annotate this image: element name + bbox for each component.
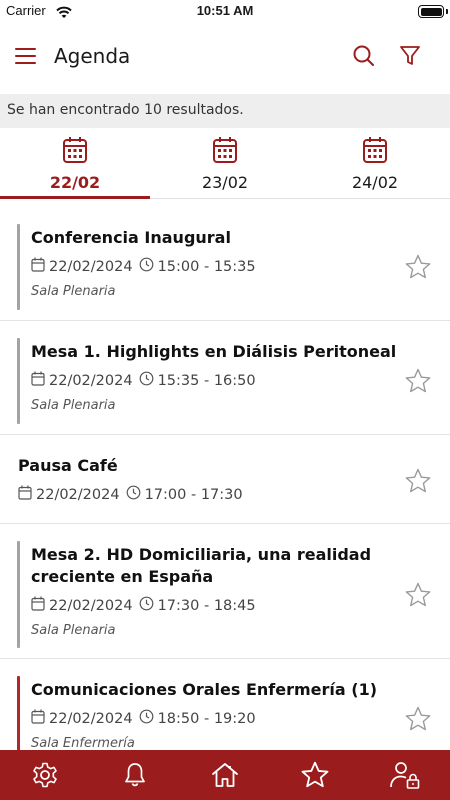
status-bar: Carrier 10:51 AM: [0, 0, 450, 24]
calendar-icon: [18, 485, 32, 504]
clock-icon: [139, 709, 154, 728]
session-separator: [17, 224, 20, 310]
event-time: 15:35 - 16:50: [157, 372, 256, 389]
calendar-icon: [31, 596, 45, 615]
event-room: Sala Plenaria: [31, 284, 116, 299]
calendar-icon: [31, 709, 45, 728]
star-icon[interactable]: [295, 755, 335, 795]
session-separator: [17, 541, 20, 648]
star-outline-icon[interactable]: [404, 581, 432, 609]
event-meta: 22/02/2024 15:00 - 15:35: [31, 257, 262, 276]
star-outline-icon[interactable]: [404, 467, 432, 495]
list-item[interactable]: Mesa 1. Highlights en Diálisis Peritonea…: [0, 321, 450, 435]
list-item[interactable]: Comunicaciones Orales Enfermería (1) 22/…: [0, 659, 450, 750]
event-time: 18:50 - 19:20: [157, 710, 256, 727]
app-bar: Agenda: [0, 24, 450, 94]
calendar-icon: [212, 136, 238, 168]
tab-23-02[interactable]: 23/02: [150, 128, 300, 198]
event-title-line1: Mesa 2. HD Domiciliaria, una realidad: [31, 545, 372, 564]
clock-icon: [139, 257, 154, 276]
event-room: Sala Plenaria: [31, 398, 116, 413]
hamburger-menu-icon[interactable]: [12, 44, 42, 70]
filter-funnel-icon[interactable]: [396, 42, 424, 70]
battery-cap: [446, 9, 448, 14]
event-meta: 22/02/2024 18:50 - 19:20: [31, 709, 262, 728]
gear-icon[interactable]: [25, 755, 65, 795]
home-icon[interactable]: [205, 755, 245, 795]
date-tabs: 22/02 23/02 24/02: [0, 128, 450, 199]
session-separator: [17, 338, 20, 424]
clock-time: 10:51 AM: [196, 3, 254, 18]
star-outline-icon[interactable]: [404, 253, 432, 281]
event-date: 22/02/2024: [49, 372, 133, 389]
results-count-banner: Se han encontrado 10 resultados.: [0, 94, 450, 128]
event-time: 17:00 - 17:30: [144, 486, 243, 503]
event-title: Conferencia Inaugural: [31, 228, 231, 247]
event-title: Mesa 1. Highlights en Diálisis Peritonea…: [31, 342, 397, 361]
bell-icon[interactable]: [115, 755, 155, 795]
tab-label: 24/02: [351, 173, 399, 192]
calendar-icon: [62, 136, 88, 168]
event-room: Sala Plenaria: [31, 623, 116, 638]
tab-22-02[interactable]: 22/02: [0, 128, 150, 199]
event-date: 22/02/2024: [49, 710, 133, 727]
event-date: 22/02/2024: [49, 258, 133, 275]
event-time: 17:30 - 18:45: [157, 597, 256, 614]
bottom-navigation: [0, 750, 450, 800]
event-title: Comunicaciones Orales Enfermería (1): [31, 680, 378, 699]
event-meta: 22/02/2024 17:00 - 17:30: [18, 485, 249, 504]
list-item[interactable]: Pausa Café 22/02/2024 17:00 - 17:30: [0, 435, 450, 524]
star-outline-icon[interactable]: [404, 367, 432, 395]
clock-icon: [139, 371, 154, 390]
calendar-icon: [31, 257, 45, 276]
list-item[interactable]: Mesa 2. HD Domiciliaria, una realidad cr…: [0, 524, 450, 659]
event-title: Pausa Café: [18, 456, 118, 475]
tab-label: 23/02: [201, 173, 249, 192]
event-time: 15:00 - 15:35: [157, 258, 256, 275]
clock-icon: [139, 596, 154, 615]
agenda-list: Conferencia Inaugural 22/02/2024 15:00 -…: [0, 206, 450, 750]
user-lock-icon[interactable]: [385, 755, 425, 795]
event-date: 22/02/2024: [36, 486, 120, 503]
event-room: Sala Enfermería: [31, 736, 135, 750]
calendar-icon: [31, 371, 45, 390]
search-icon[interactable]: [350, 42, 378, 70]
clock-icon: [126, 485, 141, 504]
event-meta: 22/02/2024 17:30 - 18:45: [31, 596, 262, 615]
tab-24-02[interactable]: 24/02: [300, 128, 450, 198]
battery-icon: [418, 5, 444, 18]
tab-label: 22/02: [49, 173, 101, 192]
calendar-icon: [362, 136, 388, 168]
event-title-line2: creciente en España: [31, 567, 214, 586]
event-date: 22/02/2024: [49, 597, 133, 614]
event-meta: 22/02/2024 15:35 - 16:50: [31, 371, 262, 390]
list-item[interactable]: Conferencia Inaugural 22/02/2024 15:00 -…: [0, 206, 450, 321]
page-title: Agenda: [54, 44, 131, 68]
star-outline-icon[interactable]: [404, 705, 432, 733]
session-separator: [17, 676, 20, 750]
